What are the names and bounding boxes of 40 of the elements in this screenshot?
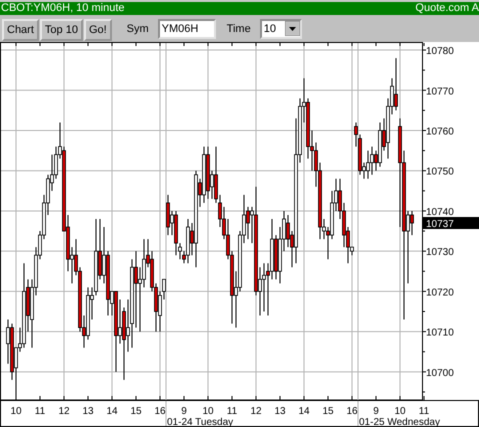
price-axis-label: 10710 [426, 328, 454, 339]
symbol-field[interactable]: YM06H [158, 18, 216, 38]
time-axis-label: 11 [34, 406, 46, 417]
price-axis-label: 10760 [426, 126, 454, 138]
date-label: 01-25 Wednesday [359, 417, 440, 427]
time-axis-label: 11 [418, 406, 430, 417]
time-axis-label: 12 [250, 406, 262, 417]
price-axis-label: 10780 [426, 46, 454, 58]
price-axis-label: 10730 [426, 247, 454, 258]
price-axis-label: 10750 [426, 166, 454, 178]
time-axis-label: 13 [274, 406, 286, 417]
symbol-label: Sym [126, 22, 149, 34]
time-axis-label: 10 [10, 406, 22, 417]
dropdown-caret-icon[interactable] [284, 21, 300, 36]
toolbar-button[interactable]: Chart [2, 18, 39, 40]
time-axis-label: 12 [58, 406, 70, 417]
date-label: 01-24 Tuesday [167, 417, 234, 427]
time-axis-label: 9 [373, 406, 379, 417]
time-axis-label: 14 [106, 406, 118, 417]
last-price-marker: 10737 [423, 217, 479, 230]
price-axis-label: 10720 [426, 287, 454, 298]
time-axis-label: 10 [202, 406, 214, 417]
toolbar-button[interactable]: Go! [84, 18, 112, 40]
time-axis-label: 15 [322, 406, 334, 417]
interval-dropdown[interactable]: 10 [260, 18, 302, 38]
brand-text: Quote.com A [415, 2, 479, 15]
time-axis-label: 11 [226, 406, 238, 417]
price-axis-label: 10770 [426, 86, 454, 98]
time-axis-label: 10 [394, 406, 406, 417]
time-axis-label: 16 [154, 406, 166, 417]
time-axis-label: 16 [346, 406, 358, 417]
price-axis-label: 10700 [426, 368, 454, 379]
time-axis-label: 13 [82, 406, 94, 417]
price-axis-label: 10740 [426, 206, 454, 218]
time-axis-label: 9 [181, 406, 187, 417]
chart-title: CBOT:YM06H, 10 minute [1, 2, 124, 15]
time-axis-label: 15 [130, 406, 142, 417]
toolbar-button[interactable]: Top 10 [40, 18, 83, 40]
interval-label: Time [226, 22, 251, 34]
time-axis-label: 14 [298, 406, 310, 417]
